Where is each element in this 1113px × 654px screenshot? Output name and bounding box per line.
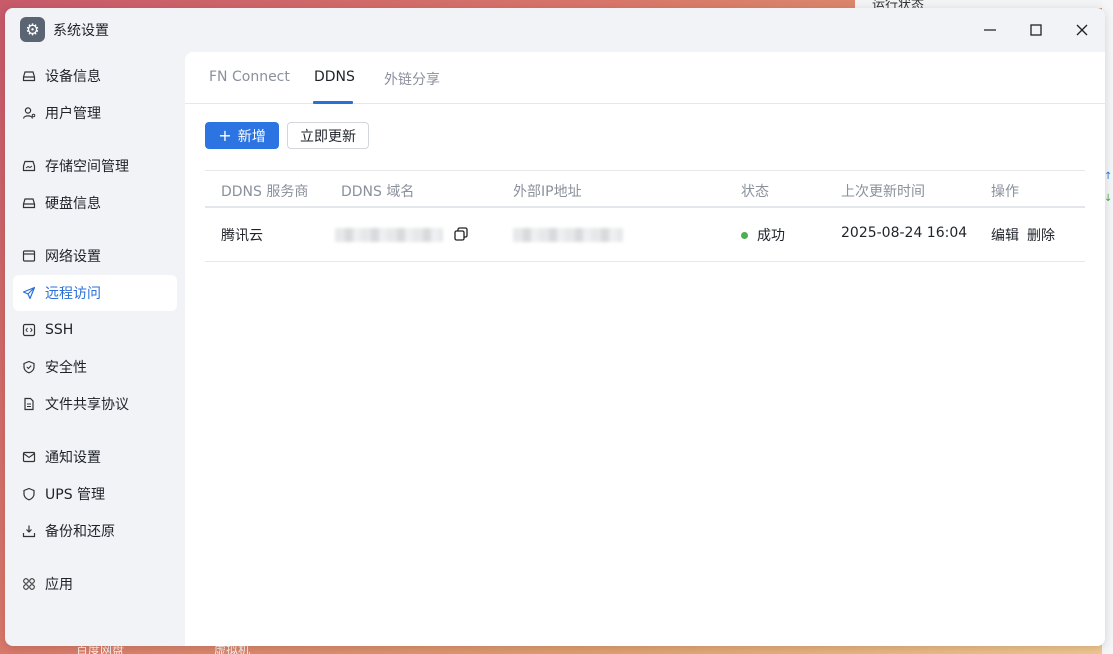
gear-icon: ⚙ [20, 17, 45, 42]
mail-icon [22, 450, 36, 464]
add-button[interactable]: + 新增 [205, 122, 279, 149]
sidebar-item-security[interactable]: 安全性 [13, 349, 177, 385]
edit-link[interactable]: 编辑 [991, 225, 1019, 245]
settings-window: ⚙ 系统设置 设备信息 用户管理 存储空间管理 硬盘信息 网络设置 远程访问 S… [5, 8, 1105, 646]
sidebar-item-label: 设备信息 [45, 69, 101, 85]
column-header: 操作 [991, 184, 1019, 200]
sidebar-item-ssh[interactable]: SSH [13, 312, 177, 348]
sidebar-item-label: 用户管理 [45, 106, 101, 122]
network-icon [22, 249, 36, 263]
sidebar-item-label: 网络设置 [45, 249, 101, 265]
backup-icon [22, 524, 36, 538]
file-icon [22, 397, 36, 411]
status-success-dot [741, 232, 748, 239]
sidebar-item-label: 文件共享协议 [45, 397, 129, 413]
sidebar-item-ups[interactable]: UPS 管理 [13, 476, 177, 512]
table-row: 腾讯云 成功 2025-08-24 16:04 编辑 删除 [205, 208, 1085, 262]
apps-icon [22, 577, 36, 591]
sidebar-item-file-sharing[interactable]: 文件共享协议 [13, 386, 177, 422]
main-panel: FN Connect DDNS 外链分享 + 新增 立即更新 DDNS 服务商 … [185, 52, 1105, 646]
sidebar-item-user-management[interactable]: 用户管理 [13, 95, 177, 131]
ups-shield-icon [22, 487, 36, 501]
maximize-button[interactable] [1022, 18, 1050, 42]
disk-icon [22, 196, 36, 210]
sidebar-item-disk-info[interactable]: 硬盘信息 [13, 185, 177, 221]
minimize-icon [984, 29, 996, 31]
domain-cell-redacted [335, 228, 443, 242]
sidebar-item-backup[interactable]: 备份和还原 [13, 513, 177, 549]
column-header: DDNS 域名 [341, 184, 415, 200]
sidebar-item-apps[interactable]: 应用 [13, 566, 177, 602]
column-header: 外部IP地址 [513, 184, 582, 200]
window-title: 系统设置 [53, 23, 109, 39]
plus-icon: + [218, 125, 232, 145]
close-icon [1076, 24, 1088, 36]
tab-external-share[interactable]: 外链分享 [384, 69, 440, 89]
shield-icon [22, 360, 36, 374]
table-header: DDNS 服务商 DDNS 域名 外部IP地址 状态 上次更新时间 操作 [205, 170, 1085, 208]
title-bar: ⚙ 系统设置 [5, 8, 1105, 52]
sidebar-item-label: 存储空间管理 [45, 159, 129, 175]
sidebar-item-device-info[interactable]: 设备信息 [13, 58, 177, 94]
sidebar-item-label: 备份和还原 [45, 524, 115, 540]
sidebar-item-label: SSH [45, 322, 74, 338]
column-header: 状态 [741, 184, 769, 200]
ddns-table: DDNS 服务商 DDNS 域名 外部IP地址 状态 上次更新时间 操作 腾讯云… [205, 170, 1085, 262]
drive-icon [22, 69, 36, 83]
column-header: DDNS 服务商 [221, 184, 309, 200]
sidebar-item-label: UPS 管理 [45, 487, 106, 503]
sidebar: 设备信息 用户管理 存储空间管理 硬盘信息 网络设置 远程访问 SSH 安全性 [5, 52, 185, 646]
storage-icon [22, 159, 36, 173]
add-button-label: 新增 [237, 128, 266, 145]
active-tab-indicator [313, 101, 353, 104]
arrow-up-icon: ↑ [1104, 171, 1113, 182]
send-icon [22, 286, 36, 300]
close-button[interactable] [1068, 18, 1096, 42]
user-icon [22, 106, 36, 120]
sidebar-item-notifications[interactable]: 通知设置 [13, 439, 177, 475]
sidebar-item-label: 远程访问 [45, 286, 101, 302]
delete-link[interactable]: 删除 [1027, 225, 1055, 245]
arrow-down-icon: ↓ [1104, 193, 1113, 204]
ip-cell-redacted [513, 228, 623, 242]
provider-cell: 腾讯云 [221, 228, 263, 244]
minimize-button[interactable] [976, 18, 1004, 42]
update-now-button[interactable]: 立即更新 [287, 122, 369, 149]
tab-bar: FN Connect DDNS 外链分享 [185, 52, 1105, 104]
sidebar-item-storage[interactable]: 存储空间管理 [13, 148, 177, 184]
copy-icon[interactable] [453, 226, 469, 242]
status-cell: 成功 [757, 228, 785, 244]
code-icon [22, 323, 36, 337]
column-header: 上次更新时间 [841, 184, 925, 200]
sidebar-item-label: 应用 [45, 577, 73, 593]
updated-time-cell: 2025-08-24 16:04 [841, 225, 968, 241]
maximize-icon [1030, 24, 1042, 36]
sidebar-item-label: 通知设置 [45, 450, 101, 466]
sidebar-item-network[interactable]: 网络设置 [13, 238, 177, 274]
tab-ddns[interactable]: DDNS [314, 69, 355, 85]
sidebar-item-label: 硬盘信息 [45, 196, 101, 212]
sidebar-item-label: 安全性 [45, 360, 87, 376]
tab-fn-connect[interactable]: FN Connect [209, 69, 290, 85]
sidebar-item-remote-access[interactable]: 远程访问 [13, 275, 177, 311]
